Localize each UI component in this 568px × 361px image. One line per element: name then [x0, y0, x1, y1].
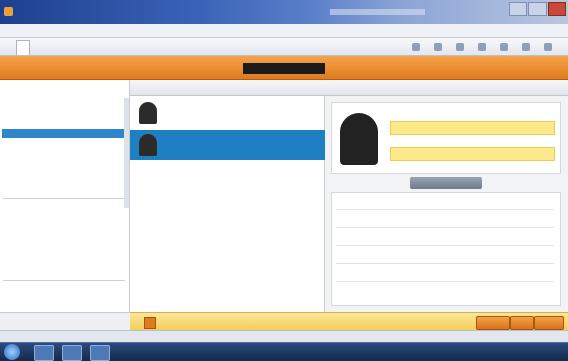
first-name-field[interactable] — [390, 121, 555, 135]
start-button[interactable] — [4, 344, 20, 360]
contact-card — [331, 102, 561, 174]
form-row[interactable] — [336, 263, 554, 264]
notification-button[interactable] — [510, 316, 534, 330]
left-navigation — [0, 80, 130, 312]
form-row[interactable] — [336, 209, 554, 210]
safety-icon[interactable] — [522, 43, 530, 51]
minimize-button[interactable] — [509, 2, 528, 16]
tools-icon[interactable] — [544, 43, 552, 51]
taskbar-app-icon[interactable] — [34, 345, 54, 361]
left-footer — [0, 312, 130, 330]
maximize-button[interactable] — [528, 2, 547, 16]
notification-bar — [130, 312, 568, 330]
window-titlebar — [0, 0, 568, 24]
menu-bar — [0, 24, 568, 38]
form-row[interactable] — [336, 281, 554, 282]
print-icon[interactable] — [478, 43, 486, 51]
divider — [3, 280, 125, 281]
titlebar-tab[interactable] — [330, 9, 425, 15]
app-icon — [4, 7, 13, 16]
nav-selected-item[interactable] — [2, 129, 128, 138]
window-controls — [508, 2, 566, 16]
list-item[interactable] — [130, 98, 325, 128]
status-bar — [0, 330, 568, 342]
os-taskbar — [0, 342, 568, 361]
contact-photo — [340, 113, 378, 165]
last-name-field[interactable] — [390, 147, 555, 161]
warning-icon — [144, 317, 156, 329]
form-row[interactable] — [336, 227, 554, 228]
close-button[interactable] — [547, 2, 566, 16]
list-header — [130, 80, 325, 96]
app-header — [0, 56, 568, 80]
detail-form — [331, 192, 561, 306]
notification-button[interactable] — [476, 316, 510, 330]
form-row[interactable] — [336, 245, 554, 246]
scrollbar[interactable] — [124, 98, 129, 208]
detail-header — [325, 80, 568, 96]
page-icon[interactable] — [500, 43, 508, 51]
divider — [3, 198, 125, 199]
tab-active[interactable] — [16, 40, 30, 55]
list-item-selected[interactable] — [130, 130, 325, 160]
notification-button[interactable] — [534, 316, 564, 330]
browser-toolbar — [0, 38, 568, 56]
home-icon[interactable] — [412, 43, 420, 51]
contact-list — [130, 96, 325, 312]
action-button[interactable] — [410, 177, 482, 189]
avatar — [139, 102, 157, 124]
avatar — [139, 134, 157, 156]
feeds-icon[interactable] — [434, 43, 442, 51]
taskbar-app-icon[interactable] — [90, 345, 110, 361]
taskbar-folder-icon[interactable] — [62, 345, 82, 361]
mail-icon[interactable] — [456, 43, 464, 51]
contact-detail-panel — [325, 96, 568, 312]
header-center-banner — [243, 63, 325, 74]
